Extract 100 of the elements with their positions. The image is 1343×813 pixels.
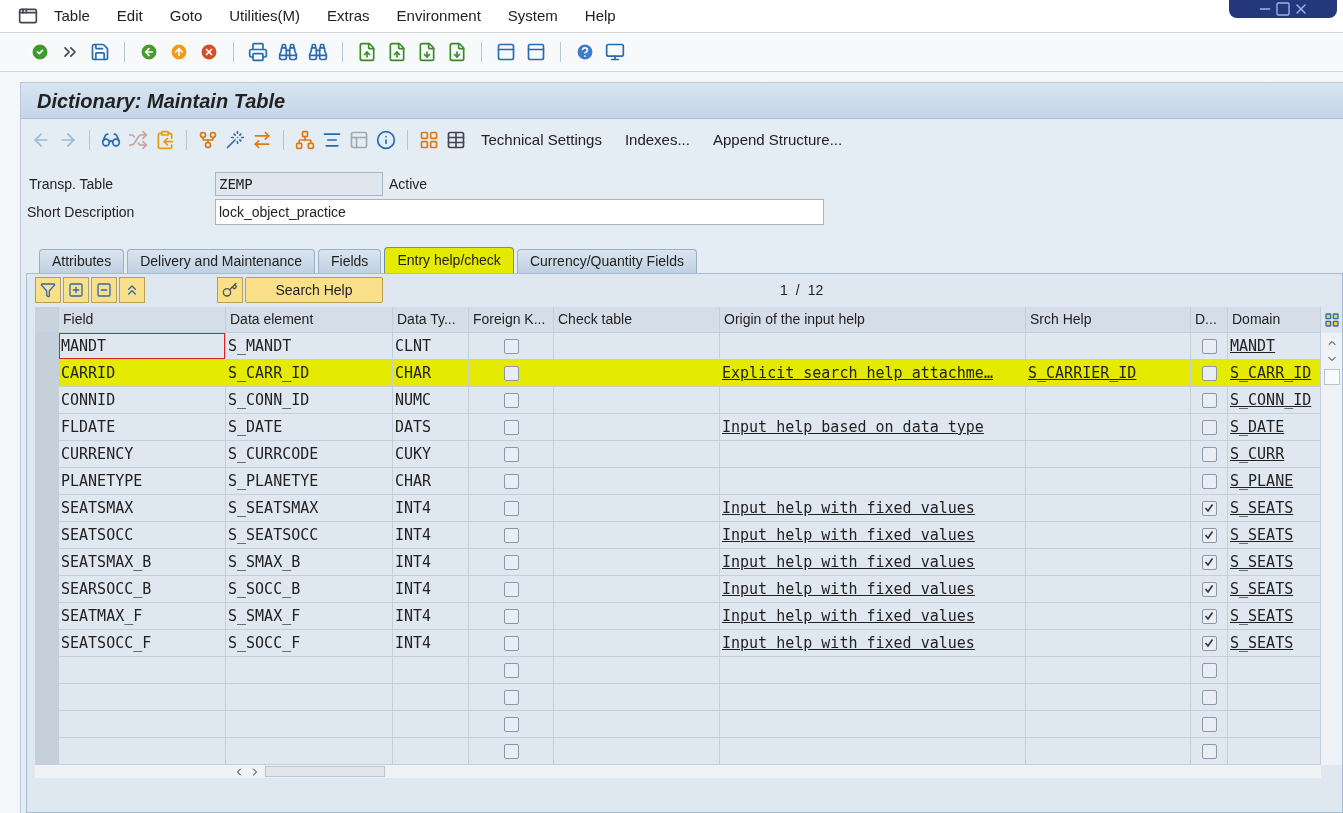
- domain-link[interactable]: S_SEATS: [1230, 631, 1294, 655]
- search-help-button[interactable]: Search Help: [245, 277, 383, 303]
- checkbox[interactable]: [1201, 473, 1217, 489]
- checkbox[interactable]: [1201, 419, 1217, 435]
- tab[interactable]: Delivery and Maintenance: [127, 249, 315, 273]
- domain-link[interactable]: S_CONN_ID: [1230, 388, 1312, 412]
- checkbox[interactable]: [1201, 662, 1217, 678]
- print-icon[interactable]: [248, 42, 268, 62]
- input-help-link[interactable]: Input help with fixed values: [722, 631, 975, 655]
- menu-item[interactable]: Environment: [396, 4, 481, 28]
- maximize-icon[interactable]: [1275, 1, 1291, 17]
- tab[interactable]: Entry help/check: [384, 247, 514, 273]
- table-icon[interactable]: [446, 130, 466, 150]
- list-icon[interactable]: [322, 130, 342, 150]
- checkbox[interactable]: [1201, 392, 1217, 408]
- input-help-link[interactable]: Input help with fixed values: [722, 577, 975, 601]
- tab[interactable]: Currency/Quantity Fields: [516, 249, 697, 273]
- checkbox[interactable]: [1201, 365, 1217, 381]
- horizontal-scrollbar-thumb[interactable]: [265, 766, 385, 777]
- tab[interactable]: Attributes: [39, 249, 125, 273]
- next-page-icon[interactable]: [417, 42, 437, 62]
- checkbox[interactable]: [503, 365, 519, 381]
- input-help-link[interactable]: Input help based on data type: [722, 415, 984, 439]
- checkbox[interactable]: [503, 419, 519, 435]
- checkbox[interactable]: [503, 608, 519, 624]
- info-icon[interactable]: [376, 130, 396, 150]
- copy-icon[interactable]: [155, 130, 175, 150]
- search-help-link[interactable]: S_CARRIER_ID: [1028, 361, 1137, 385]
- toolbar-button[interactable]: Indexes...: [616, 128, 698, 152]
- checkbox[interactable]: [1201, 446, 1217, 462]
- first-page-icon[interactable]: [357, 42, 377, 62]
- help-icon[interactable]: [575, 42, 595, 62]
- vertical-scrollbar[interactable]: [1321, 333, 1342, 765]
- domain-link[interactable]: S_DATE: [1230, 415, 1285, 439]
- checkbox[interactable]: [503, 581, 519, 597]
- menu-item[interactable]: Goto: [169, 4, 203, 28]
- save-icon[interactable]: [90, 42, 110, 62]
- table-tool-button[interactable]: [119, 277, 145, 303]
- table-tool-button[interactable]: [35, 277, 61, 303]
- checkbox[interactable]: [503, 554, 519, 570]
- domain-link[interactable]: S_SEATS: [1230, 550, 1294, 574]
- checkbox[interactable]: [503, 716, 519, 732]
- find-icon[interactable]: [278, 42, 298, 62]
- checkbox[interactable]: [503, 473, 519, 489]
- table-name-field[interactable]: ZEMP: [215, 172, 383, 196]
- input-help-link[interactable]: Input help with fixed values: [722, 604, 975, 628]
- panel-icon[interactable]: [349, 130, 369, 150]
- checkbox[interactable]: [1201, 716, 1217, 732]
- checkbox[interactable]: [1201, 689, 1217, 705]
- column-header[interactable]: Field: [59, 307, 226, 333]
- checkbox[interactable]: [503, 689, 519, 705]
- previous-page-icon[interactable]: [387, 42, 407, 62]
- menu-icon[interactable]: [18, 6, 38, 26]
- domain-link[interactable]: S_SEATS: [1230, 523, 1294, 547]
- menu-item[interactable]: Utilities(M): [229, 4, 301, 28]
- monitor-icon[interactable]: [605, 42, 625, 62]
- checkbox[interactable]: [503, 446, 519, 462]
- column-settings-icon[interactable]: [1323, 312, 1340, 328]
- checkbox[interactable]: [1201, 743, 1217, 759]
- cancel-icon[interactable]: [199, 42, 219, 62]
- description-field[interactable]: lock_object_practice: [215, 199, 824, 225]
- domain-link[interactable]: S_SEATS: [1230, 604, 1294, 628]
- checkbox[interactable]: [503, 527, 519, 543]
- find-next-icon[interactable]: [308, 42, 328, 62]
- input-help-link[interactable]: Explicit search help attachme…: [722, 361, 993, 385]
- input-help-link[interactable]: Input help with fixed values: [722, 523, 975, 547]
- key-button[interactable]: [217, 277, 243, 303]
- back-icon[interactable]: [139, 42, 159, 62]
- domain-link[interactable]: S_SEATS: [1230, 577, 1294, 601]
- table-tool-button[interactable]: [91, 277, 117, 303]
- checkbox[interactable]: [503, 500, 519, 516]
- input-help-link[interactable]: Input help with fixed values: [722, 550, 975, 574]
- checkbox[interactable]: [503, 338, 519, 354]
- menu-item[interactable]: Help: [584, 4, 616, 28]
- toolbar-button[interactable]: Technical Settings: [473, 128, 610, 152]
- checkbox[interactable]: [503, 662, 519, 678]
- checkbox[interactable]: [503, 635, 519, 651]
- exit-icon[interactable]: [169, 42, 189, 62]
- domain-link[interactable]: S_CURR: [1230, 442, 1285, 466]
- menu-item[interactable]: Edit: [116, 4, 143, 28]
- checkbox[interactable]: [1201, 635, 1217, 651]
- new-window-icon[interactable]: [496, 42, 516, 62]
- checkbox[interactable]: [1201, 608, 1217, 624]
- tab[interactable]: Fields: [318, 249, 382, 273]
- checkbox[interactable]: [503, 392, 519, 408]
- domain-link[interactable]: S_PLANE: [1230, 469, 1294, 493]
- last-page-icon[interactable]: [447, 42, 467, 62]
- checkbox[interactable]: [1201, 527, 1217, 543]
- domain-link[interactable]: S_SEATS: [1230, 496, 1294, 520]
- checkbox[interactable]: [503, 743, 519, 759]
- input-help-link[interactable]: Input help with fixed values: [722, 496, 975, 520]
- transfer-icon[interactable]: [252, 130, 272, 150]
- shortcut-icon[interactable]: [526, 42, 546, 62]
- horizontal-scrollbar[interactable]: [35, 765, 1321, 778]
- domain-link[interactable]: S_CARR_ID: [1230, 361, 1312, 385]
- toolbar-button[interactable]: Append Structure...: [704, 128, 851, 152]
- menu-item[interactable]: System: [507, 4, 558, 28]
- table-tool-button[interactable]: [63, 277, 89, 303]
- hierarchy-icon[interactable]: [295, 130, 315, 150]
- menu-item[interactable]: Table: [54, 4, 90, 28]
